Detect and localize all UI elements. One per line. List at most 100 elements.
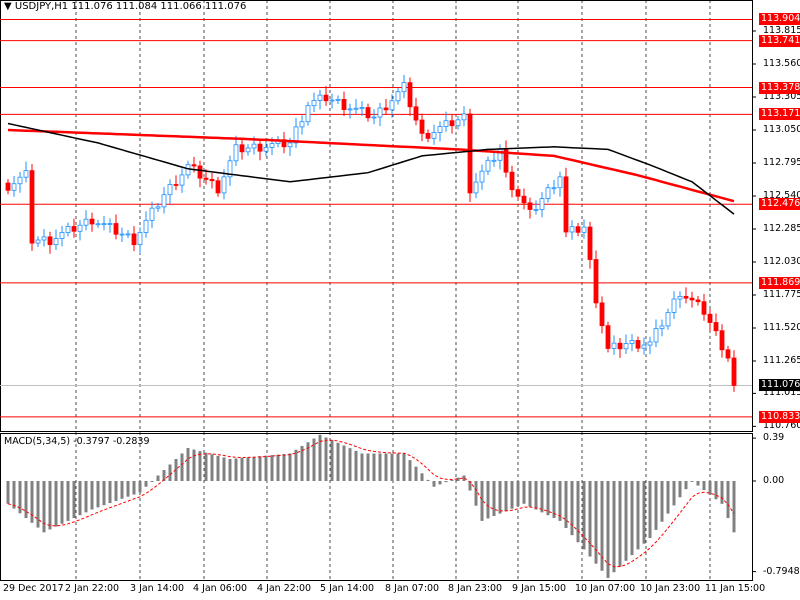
macd-histogram-bar bbox=[726, 481, 730, 519]
macd-histogram-bar bbox=[588, 481, 592, 557]
candle-body bbox=[425, 132, 431, 139]
macd-histogram-bar bbox=[606, 481, 610, 578]
candle-body bbox=[377, 107, 383, 118]
candle-body bbox=[641, 344, 647, 349]
candle-body bbox=[287, 142, 293, 148]
time-label: 5 Jan 14:00 bbox=[320, 583, 375, 594]
time-label: 9 Jan 15:00 bbox=[512, 583, 567, 594]
level-label: 110.833 bbox=[759, 410, 800, 423]
candle-body bbox=[359, 107, 365, 109]
macd-histogram-bar bbox=[516, 481, 520, 507]
candle-body bbox=[695, 299, 701, 303]
candle-body bbox=[71, 226, 77, 232]
macd-histogram-bar bbox=[60, 481, 64, 524]
macd-histogram-bar bbox=[180, 453, 184, 481]
macd-histogram-bar bbox=[270, 455, 274, 481]
macd-histogram-bar bbox=[6, 481, 10, 504]
candle-body bbox=[47, 236, 53, 246]
macd-histogram-bar bbox=[300, 446, 304, 481]
candle-body bbox=[521, 195, 527, 204]
candle-body bbox=[473, 181, 479, 194]
candle-body bbox=[437, 126, 443, 133]
macd-histogram-bar bbox=[384, 453, 388, 481]
macd-histogram-bar bbox=[654, 481, 658, 530]
candle-body bbox=[143, 219, 149, 233]
candle-body bbox=[599, 302, 605, 327]
candle-body bbox=[59, 232, 65, 239]
level-label: 113.904 bbox=[759, 13, 800, 26]
macd-histogram-bar bbox=[324, 437, 328, 481]
macd-histogram-bar bbox=[222, 457, 226, 481]
candle-body bbox=[587, 226, 593, 260]
macd-histogram-bar bbox=[288, 453, 292, 481]
candle-body bbox=[167, 184, 173, 196]
candle-body bbox=[635, 340, 641, 349]
candle-body bbox=[395, 91, 401, 102]
macd-histogram-bar bbox=[390, 453, 394, 481]
macd-histogram-bar bbox=[252, 456, 256, 481]
candle-body bbox=[467, 113, 473, 194]
price-tick-label: 113.050 bbox=[763, 124, 800, 135]
macd-histogram-bar bbox=[714, 481, 718, 500]
macd-histogram-bar bbox=[72, 481, 76, 519]
candle-body bbox=[443, 120, 449, 127]
candle-body bbox=[179, 174, 185, 186]
macd-histogram-bar bbox=[486, 481, 490, 519]
collapse-icon[interactable]: ▼ bbox=[4, 1, 15, 12]
macd-histogram-bar bbox=[492, 481, 496, 517]
macd-histogram-bar bbox=[114, 481, 118, 501]
level-label: 111.869 bbox=[759, 276, 800, 289]
candle-body bbox=[41, 236, 47, 241]
candle-body bbox=[677, 296, 683, 300]
candle-body bbox=[299, 121, 305, 128]
price-tick-label: 112.795 bbox=[763, 157, 800, 168]
candle-body bbox=[389, 100, 395, 111]
macd-histogram-bar bbox=[522, 481, 526, 504]
price-chart[interactable] bbox=[0, 0, 800, 600]
time-label: 11 Jan 15:00 bbox=[705, 583, 766, 594]
macd-histogram-bar bbox=[450, 479, 454, 481]
macd-histogram-bar bbox=[720, 481, 724, 504]
macd-histogram-bar bbox=[684, 481, 688, 490]
candle-body bbox=[413, 106, 419, 121]
ma-fast-line bbox=[7, 122, 735, 215]
time-label: 2 Jan 22:00 bbox=[65, 583, 120, 594]
macd-histogram-bar bbox=[360, 453, 364, 481]
candle-body bbox=[605, 325, 611, 349]
candle-body bbox=[401, 82, 407, 93]
macd-histogram-bar bbox=[150, 481, 154, 482]
macd-histogram-bar bbox=[420, 473, 424, 481]
candle-body bbox=[107, 223, 113, 225]
candle-body bbox=[701, 301, 707, 315]
macd-histogram-bar bbox=[246, 457, 250, 481]
time-label: 29 Dec 2017 bbox=[3, 583, 64, 594]
macd-histogram-bar bbox=[642, 481, 646, 544]
macd-histogram-bar bbox=[186, 448, 190, 481]
candle-body bbox=[449, 120, 455, 127]
candle-body bbox=[533, 209, 539, 211]
macd-histogram-bar bbox=[66, 481, 70, 521]
candle-body bbox=[95, 223, 101, 226]
candle-body bbox=[119, 233, 125, 236]
candle-body bbox=[575, 226, 581, 233]
macd-histogram-bar bbox=[630, 481, 634, 556]
macd-histogram-bar bbox=[138, 481, 142, 493]
macd-histogram-bar bbox=[546, 481, 550, 516]
candle-body bbox=[671, 298, 677, 313]
macd-histogram-bar bbox=[396, 453, 400, 481]
candle-body bbox=[113, 223, 119, 235]
candle-body bbox=[35, 239, 41, 244]
current-price-label: 111.076 bbox=[759, 379, 800, 392]
macd-histogram-bar bbox=[228, 459, 232, 481]
candle-body bbox=[431, 132, 437, 139]
candle-body bbox=[353, 107, 359, 110]
macd-histogram-bar bbox=[132, 481, 136, 495]
macd-histogram-bar bbox=[156, 475, 160, 481]
macd-histogram-bar bbox=[408, 460, 412, 481]
candle-body bbox=[305, 105, 311, 123]
macd-histogram-bar bbox=[144, 481, 148, 487]
macd-histogram-bar bbox=[678, 481, 682, 498]
price-tick-label: 112.030 bbox=[763, 256, 800, 267]
candle-body bbox=[197, 165, 203, 179]
candle-body bbox=[203, 177, 209, 180]
